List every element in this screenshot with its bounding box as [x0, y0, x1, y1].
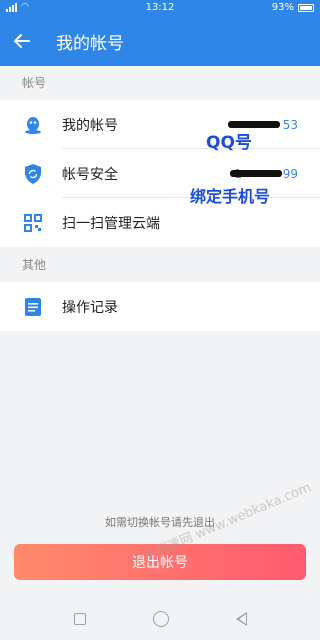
- status-bar: ◠ 13:12 93%: [0, 0, 320, 16]
- nav-back-icon[interactable]: [235, 612, 247, 626]
- annotation-qq: QQ号: [206, 133, 252, 153]
- section-header-account: 帐号: [22, 76, 47, 90]
- row-account-security[interactable]: 帐号安全 1 99: [0, 149, 320, 198]
- row-label-scan: 扫一扫管理云端: [62, 215, 160, 232]
- page-title: 我的帐号: [56, 34, 124, 54]
- qr-code-icon: [22, 212, 44, 234]
- app-bar: 我的帐号: [0, 16, 320, 66]
- status-right: 93%: [272, 2, 314, 13]
- battery-icon: [298, 3, 314, 12]
- logout-hint: 如需切换帐号请先退出: [105, 516, 215, 529]
- row-scan-manage-cloud[interactable]: 扫一扫管理云端: [0, 198, 320, 247]
- qq-penguin-icon: [22, 114, 44, 136]
- home-icon[interactable]: [152, 611, 169, 627]
- shield-icon: [22, 163, 44, 185]
- recent-apps-icon[interactable]: [73, 613, 86, 625]
- redacted-value: [230, 170, 282, 177]
- arrow-left-icon[interactable]: [8, 27, 36, 55]
- document-icon: [22, 296, 44, 318]
- row-value-security: 99: [282, 166, 298, 181]
- account-list: 我的帐号 53 帐号安全 1 99 扫一扫管理云端: [0, 100, 320, 247]
- annotation-phone: 绑定手机号: [190, 187, 271, 206]
- row-operation-records[interactable]: 操作记录: [0, 282, 320, 331]
- redacted-value: [228, 121, 280, 128]
- row-my-account[interactable]: 我的帐号 53: [0, 100, 320, 149]
- system-nav-bar: [0, 598, 320, 640]
- row-value-my-account: 53: [282, 117, 298, 132]
- row-label-security: 帐号安全: [62, 166, 118, 183]
- section-header-other: 其他: [22, 258, 47, 272]
- other-list: 操作记录: [0, 282, 320, 331]
- battery-percent: 93%: [271, 2, 294, 13]
- row-label-records: 操作记录: [62, 299, 118, 316]
- row-label-my-account: 我的帐号: [62, 117, 118, 134]
